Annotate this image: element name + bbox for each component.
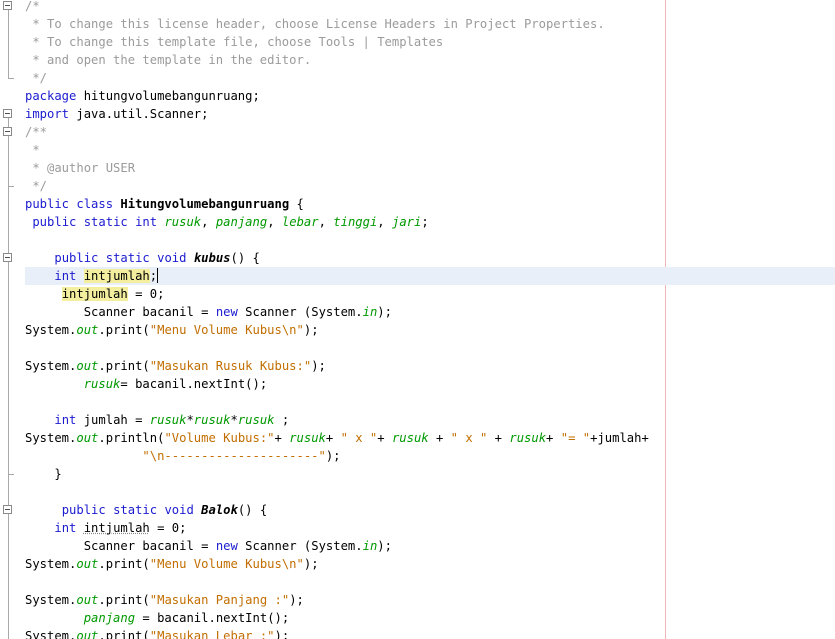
fold-guide-line bbox=[8, 262, 9, 474]
code-line[interactable]: /** bbox=[25, 123, 47, 141]
fold-guide-line bbox=[8, 514, 9, 639]
code-line[interactable]: int jumlah = rusuk*rusuk*rusuk ; bbox=[25, 411, 289, 429]
code-line[interactable]: */ bbox=[25, 177, 47, 195]
fold-collapse-icon[interactable] bbox=[3, 1, 12, 10]
code-line[interactable]: * and open the template in the editor. bbox=[25, 51, 311, 69]
fold-collapse-icon[interactable] bbox=[3, 127, 12, 136]
code-line[interactable]: */ bbox=[25, 69, 47, 87]
fold-gutter bbox=[0, 0, 20, 639]
code-line[interactable]: System.out.print("Masukan Panjang :"); bbox=[25, 591, 304, 609]
code-line[interactable]: * To change this template file, choose T… bbox=[25, 33, 443, 51]
code-line[interactable]: * @author USER bbox=[25, 159, 135, 177]
code-line[interactable]: System.out.print("Masukan Rusuk Kubus:")… bbox=[25, 357, 326, 375]
fold-collapse-icon[interactable] bbox=[3, 505, 12, 514]
code-line[interactable]: int intjumlah = 0; bbox=[25, 519, 186, 537]
fold-collapse-icon[interactable] bbox=[3, 109, 12, 118]
code-line[interactable]: * bbox=[25, 141, 39, 159]
code-line[interactable]: public static void kubus() { bbox=[25, 249, 260, 267]
code-line[interactable]: intjumlah = 0; bbox=[25, 285, 164, 303]
fold-guide-line bbox=[8, 10, 9, 78]
fold-end-marker bbox=[8, 78, 14, 79]
code-line[interactable]: panjang = bacanil.nextInt(); bbox=[25, 609, 290, 627]
code-line[interactable]: public static int rusuk, panjang, lebar,… bbox=[25, 213, 428, 231]
code-line[interactable]: "\n---------------------"); bbox=[25, 447, 340, 465]
code-line[interactable]: System.out.println("Volume Kubus:"+ rusu… bbox=[25, 429, 649, 447]
fold-collapse-icon[interactable] bbox=[3, 253, 12, 262]
fold-guide-line bbox=[8, 136, 9, 186]
code-line[interactable]: package hitungvolumebangunruang; bbox=[25, 87, 260, 105]
code-line[interactable]: System.out.print("Masukan Lebar :"); bbox=[25, 627, 289, 639]
text-caret bbox=[157, 268, 159, 283]
code-line[interactable]: System.out.print("Menu Volume Kubus\n"); bbox=[25, 321, 319, 339]
code-line[interactable]: * To change this license header, choose … bbox=[25, 15, 604, 33]
code-line[interactable]: } bbox=[25, 465, 61, 483]
code-line[interactable]: public class Hitungvolumebangunruang { bbox=[25, 195, 304, 213]
code-line[interactable]: /* bbox=[25, 0, 40, 15]
fold-end-marker bbox=[8, 186, 14, 187]
code-editor[interactable]: /* * To change this license header, choo… bbox=[0, 0, 835, 639]
code-line[interactable]: Scanner bacanil = new Scanner (System.in… bbox=[25, 303, 392, 321]
code-line[interactable]: System.out.print("Menu Volume Kubus\n"); bbox=[25, 555, 319, 573]
right-margin-line bbox=[665, 0, 666, 639]
fold-end-marker bbox=[8, 474, 14, 475]
code-line[interactable]: import java.util.Scanner; bbox=[25, 105, 209, 123]
code-line[interactable]: rusuk= bacanil.nextInt(); bbox=[25, 375, 267, 393]
code-line[interactable]: Scanner bacanil = new Scanner (System.in… bbox=[25, 537, 392, 555]
code-line[interactable]: int intjumlah; bbox=[25, 267, 835, 285]
code-line[interactable]: public static void Balok() { bbox=[25, 501, 268, 519]
